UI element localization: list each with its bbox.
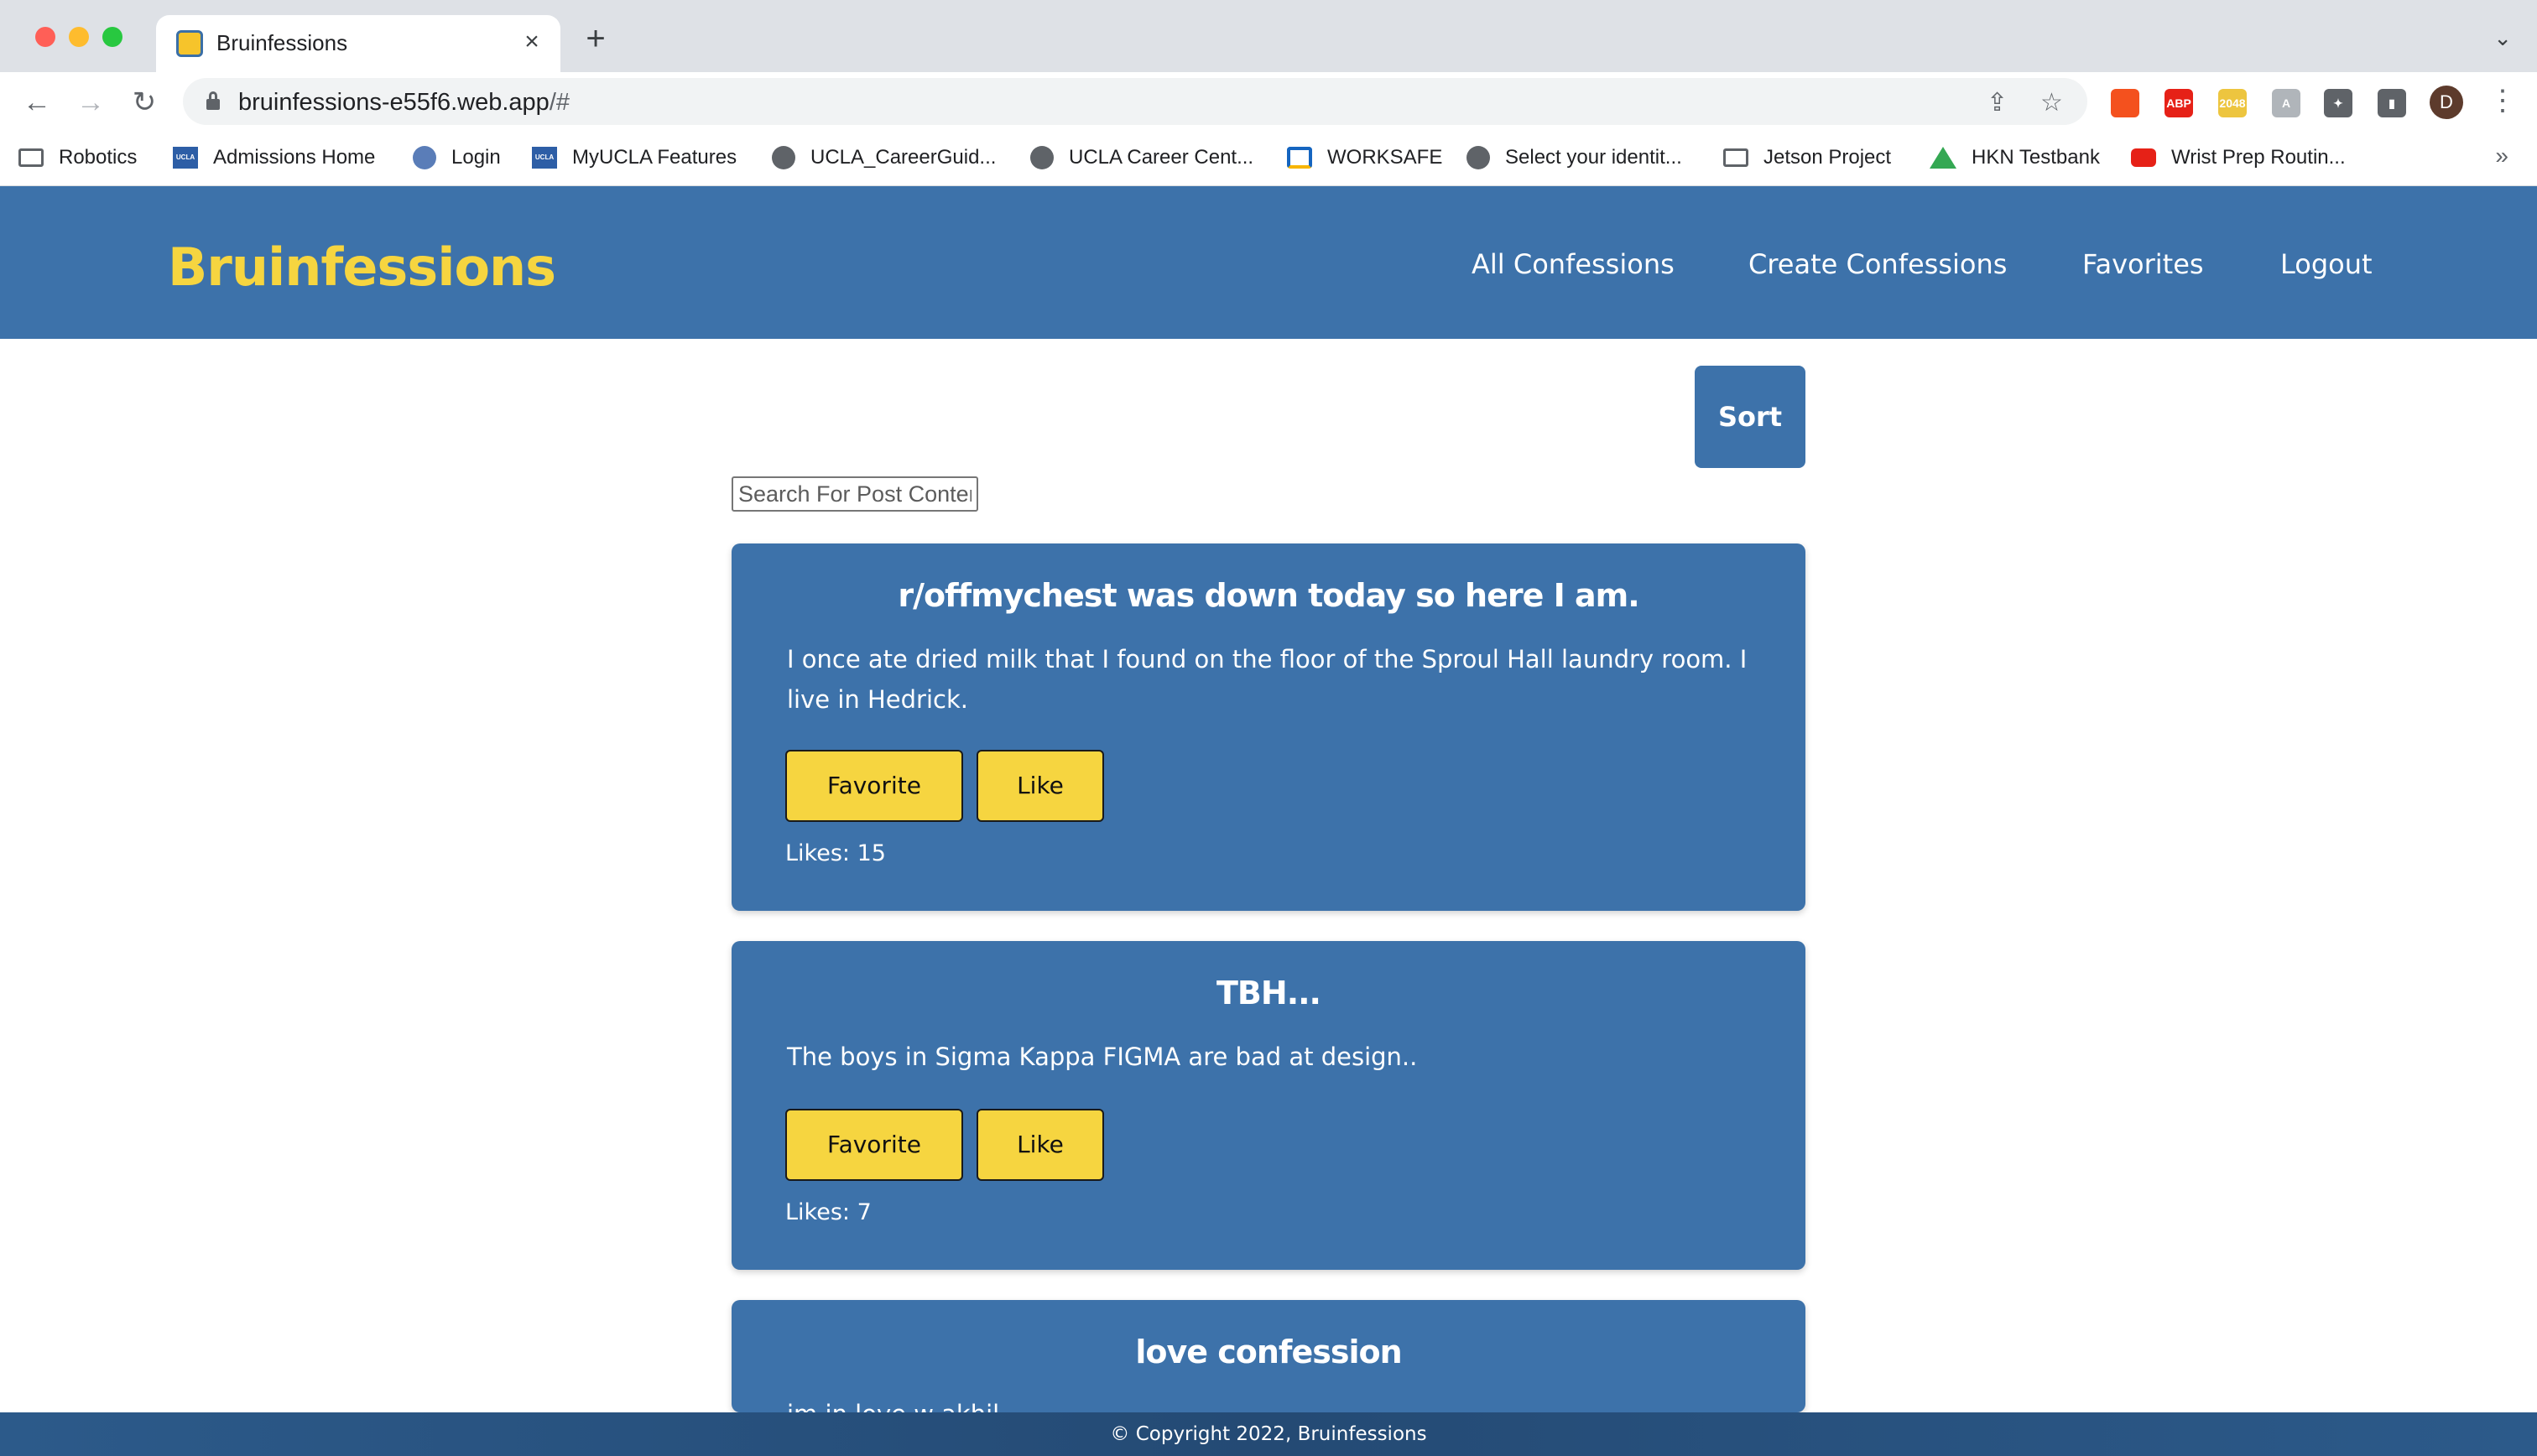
drive-icon bbox=[1930, 147, 1956, 169]
tab-title: Bruinfessions bbox=[216, 30, 348, 55]
bookmark-label: Wrist Prep Routin... bbox=[2171, 146, 2346, 169]
globe-icon bbox=[1466, 146, 1490, 169]
site-favicon-icon bbox=[176, 30, 203, 57]
forward-arrow-icon[interactable]: → bbox=[72, 84, 109, 121]
browser-toolbar: ← → ↻ bruinfessions-e55f6.web.app/# ⇪ ☆ … bbox=[0, 72, 2537, 131]
folder-icon bbox=[1723, 148, 1748, 167]
bookmark-item[interactable]: Wrist Prep Routin... bbox=[2131, 143, 2346, 173]
bookmark-item[interactable]: WORKSAFE bbox=[1287, 143, 1442, 173]
confession-card: love confession im in love w akhil bbox=[732, 1300, 1805, 1412]
gray-extension-icon[interactable]: A bbox=[2272, 89, 2300, 117]
browser-menu-icon[interactable]: ⋮ bbox=[2488, 84, 2517, 117]
bookmark-item[interactable]: UCLA Admissions Home bbox=[173, 143, 375, 173]
bookmark-label: Login bbox=[451, 146, 501, 169]
site-logo[interactable]: Bruinfessions bbox=[168, 237, 556, 298]
confession-body: I once ate dried milk that I found on th… bbox=[787, 645, 1748, 714]
sort-button[interactable]: Sort bbox=[1695, 366, 1805, 468]
ucla-icon: UCLA bbox=[173, 147, 198, 169]
bookmark-item[interactable]: UCLA MyUCLA Features bbox=[532, 143, 737, 173]
address-bar[interactable]: bruinfessions-e55f6.web.app/# ⇪ ☆ bbox=[183, 78, 2087, 125]
favorite-button[interactable]: Favorite bbox=[785, 1109, 963, 1181]
search-input[interactable] bbox=[732, 476, 978, 512]
bookmark-item[interactable]: UCLA Career Cent... bbox=[1030, 143, 1253, 173]
site-header: Bruinfessions All Confessions Create Con… bbox=[0, 186, 2537, 339]
confession-title: love confession bbox=[1135, 1334, 1402, 1370]
nav-favorites[interactable]: Favorites bbox=[2082, 248, 2204, 280]
bookmarks-overflow-icon[interactable]: » bbox=[2495, 143, 2508, 169]
globe-icon bbox=[772, 146, 795, 169]
bookmark-label: WORKSAFE bbox=[1327, 146, 1443, 169]
bookmark-label: Admissions Home bbox=[213, 146, 376, 169]
bookmark-item[interactable]: HKN Testbank bbox=[1930, 143, 2100, 173]
maximize-window-button[interactable] bbox=[102, 27, 122, 47]
likes-count: Likes: 7 bbox=[785, 1199, 872, 1225]
confession-title: r/offmychest was down today so here I am… bbox=[898, 577, 1639, 614]
favorite-button[interactable]: Favorite bbox=[785, 750, 963, 822]
bookmark-star-icon[interactable]: ☆ bbox=[2040, 88, 2063, 117]
bookmark-label: UCLA Career Cent... bbox=[1069, 146, 1254, 169]
url-text[interactable]: bruinfessions-e55f6.web.app/# bbox=[238, 89, 570, 117]
2048-extension-icon[interactable]: 2048 bbox=[2218, 89, 2247, 117]
share-icon[interactable]: ⇪ bbox=[1987, 88, 2008, 117]
firebase-extension-icon[interactable] bbox=[2111, 89, 2139, 117]
profile-avatar[interactable]: D bbox=[2430, 86, 2463, 119]
url-host: bruinfessions-e55f6.web.app bbox=[238, 89, 550, 116]
nav-logout[interactable]: Logout bbox=[2280, 248, 2373, 280]
side-panel-icon[interactable]: ▮ bbox=[2378, 89, 2406, 117]
confession-title: TBH... bbox=[1216, 975, 1321, 1011]
lock-icon[interactable] bbox=[206, 91, 220, 110]
bookmark-label: Jetson Project bbox=[1763, 146, 1892, 169]
bookmark-label: MyUCLA Features bbox=[572, 146, 737, 169]
reload-icon[interactable]: ↻ bbox=[126, 84, 163, 121]
puzzle-icon[interactable]: ✦ bbox=[2324, 89, 2352, 117]
tab-search-icon[interactable]: ⌄ bbox=[2493, 25, 2512, 51]
like-button[interactable]: Like bbox=[977, 1109, 1104, 1181]
bookmark-item[interactable]: Jetson Project bbox=[1723, 143, 1891, 173]
globe-icon bbox=[1030, 146, 1054, 169]
youtube-icon bbox=[2131, 148, 2156, 167]
close-window-button[interactable] bbox=[35, 27, 55, 47]
like-button[interactable]: Like bbox=[977, 750, 1104, 822]
back-arrow-icon[interactable]: ← bbox=[18, 84, 55, 121]
confession-body: im in love w akhil bbox=[787, 1394, 1760, 1412]
site-footer: © Copyright 2022, Bruinfessions bbox=[0, 1412, 2537, 1456]
browser-tab[interactable]: Bruinfessions × bbox=[156, 15, 560, 72]
likes-count: Likes: 15 bbox=[785, 840, 886, 866]
browser-tab-strip: Bruinfessions × + ⌄ bbox=[0, 0, 2537, 72]
ucla-icon: UCLA bbox=[532, 147, 557, 169]
login-icon bbox=[413, 146, 436, 169]
confession-card: TBH... The boys in Sigma Kappa FIGMA are… bbox=[732, 941, 1805, 1270]
bookmark-label: Select your identit... bbox=[1505, 146, 1682, 169]
bookmark-item[interactable]: Login bbox=[413, 143, 501, 173]
bookmark-item[interactable]: UCLA_CareerGuid... bbox=[772, 143, 996, 173]
bookmark-label: Robotics bbox=[59, 146, 138, 169]
nav-create-confessions[interactable]: Create Confessions bbox=[1748, 248, 2007, 280]
bookmark-label: UCLA_CareerGuid... bbox=[810, 146, 997, 169]
new-tab-icon[interactable]: + bbox=[577, 22, 614, 59]
bookmark-item[interactable]: Robotics bbox=[18, 143, 137, 173]
adblock-plus-icon[interactable]: ABP bbox=[2165, 89, 2193, 117]
tab-close-icon[interactable]: × bbox=[515, 25, 549, 59]
url-path: /# bbox=[549, 89, 570, 116]
nav-all-confessions[interactable]: All Confessions bbox=[1472, 248, 1675, 280]
folder-icon bbox=[18, 148, 44, 167]
worksafe-icon bbox=[1287, 147, 1312, 169]
confession-body: The boys in Sigma Kappa FIGMA are bad at… bbox=[787, 1043, 1418, 1071]
confession-card: r/offmychest was down today so here I am… bbox=[732, 543, 1805, 911]
bookmark-label: HKN Testbank bbox=[1972, 146, 2100, 169]
bookmarks-bar: Robotics UCLA Admissions Home Login UCLA MyUC… bbox=[0, 131, 2537, 186]
bookmark-item[interactable]: Select your identit... bbox=[1466, 143, 1682, 173]
minimize-window-button[interactable] bbox=[69, 27, 89, 47]
